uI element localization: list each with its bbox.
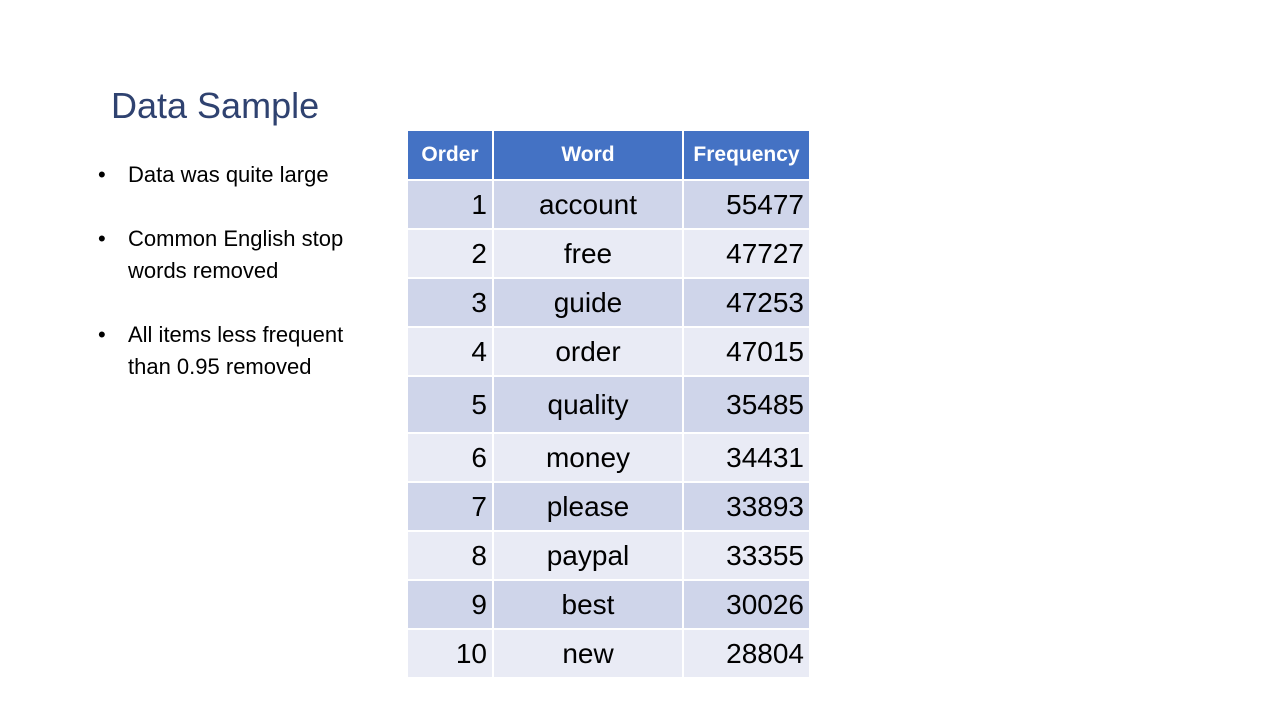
column-header-frequency: Frequency — [682, 129, 811, 181]
cell-word: quality — [492, 375, 684, 434]
cell-frequency: 35485 — [682, 375, 811, 434]
bullet-item: Data was quite large — [96, 159, 346, 191]
table-row: 10 new 28804 — [406, 628, 811, 679]
cell-frequency: 55477 — [682, 179, 811, 230]
bullet-item: Common English stop words removed — [96, 223, 346, 287]
bullet-list: Data was quite large Common English stop… — [96, 159, 346, 415]
cell-order: 9 — [406, 579, 494, 630]
cell-frequency: 33355 — [682, 530, 811, 581]
cell-word: best — [492, 579, 684, 630]
cell-word: account — [492, 179, 684, 230]
table-row: 9 best 30026 — [406, 579, 811, 630]
cell-order: 1 — [406, 179, 494, 230]
cell-order: 5 — [406, 375, 494, 434]
cell-word: please — [492, 481, 684, 532]
table-row: 8 paypal 33355 — [406, 530, 811, 581]
cell-word: money — [492, 432, 684, 483]
table-row: 5 quality 35485 — [406, 375, 811, 434]
table-row: 7 please 33893 — [406, 481, 811, 532]
cell-order: 7 — [406, 481, 494, 532]
cell-order: 10 — [406, 628, 494, 679]
cell-frequency: 30026 — [682, 579, 811, 630]
table-row: 6 money 34431 — [406, 432, 811, 483]
cell-frequency: 47727 — [682, 228, 811, 279]
cell-frequency: 47015 — [682, 326, 811, 377]
cell-order: 2 — [406, 228, 494, 279]
cell-order: 6 — [406, 432, 494, 483]
cell-frequency: 33893 — [682, 481, 811, 532]
cell-order: 3 — [406, 277, 494, 328]
table-header-row: Order Word Frequency — [406, 129, 811, 181]
cell-frequency: 28804 — [682, 628, 811, 679]
cell-frequency: 47253 — [682, 277, 811, 328]
word-frequency-table: Order Word Frequency 1 account 55477 2 f… — [406, 129, 811, 679]
column-header-word: Word — [492, 129, 684, 181]
table-row: 2 free 47727 — [406, 228, 811, 279]
cell-word: new — [492, 628, 684, 679]
cell-word: free — [492, 228, 684, 279]
slide-title: Data Sample — [111, 85, 320, 126]
table-row: 4 order 47015 — [406, 326, 811, 377]
cell-word: order — [492, 326, 684, 377]
table-row: 3 guide 47253 — [406, 277, 811, 328]
cell-word: paypal — [492, 530, 684, 581]
table-row: 1 account 55477 — [406, 179, 811, 230]
column-header-order: Order — [406, 129, 494, 181]
bullet-item: All items less frequent than 0.95 remove… — [96, 319, 346, 383]
cell-order: 8 — [406, 530, 494, 581]
cell-frequency: 34431 — [682, 432, 811, 483]
cell-order: 4 — [406, 326, 494, 377]
cell-word: guide — [492, 277, 684, 328]
